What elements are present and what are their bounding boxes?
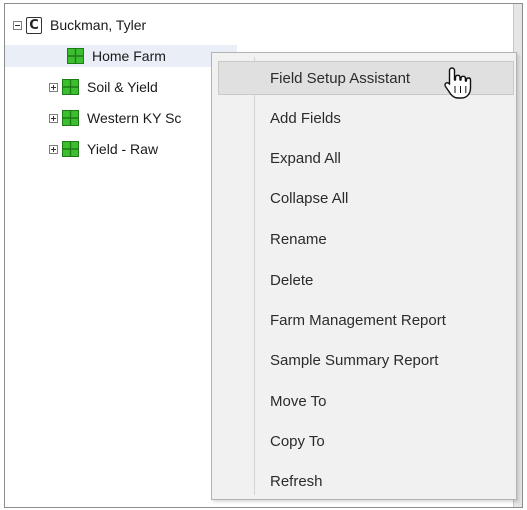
collapse-toggle-icon[interactable]: [13, 20, 22, 30]
menu-item-rename[interactable]: Rename: [218, 222, 514, 256]
farm-icon: [62, 79, 79, 95]
tree-node-client[interactable]: C Buckman, Tyler: [13, 15, 149, 35]
expand-toggle-icon[interactable]: [49, 144, 58, 154]
farm-icon: [62, 141, 79, 157]
menu-item-move-to[interactable]: Move To: [218, 384, 514, 418]
menu-item-sample-summary-report[interactable]: Sample Summary Report: [218, 343, 514, 377]
tree-node-farm[interactable]: Western KY Sc: [49, 108, 184, 128]
menu-item-expand-all[interactable]: Expand All: [218, 141, 514, 175]
farm-label: Western KY Sc: [87, 110, 182, 126]
farm-label: Yield - Raw: [87, 141, 159, 157]
menu-item-delete[interactable]: Delete: [218, 263, 514, 297]
hand-pointer-icon: [444, 67, 472, 99]
expand-toggle-icon[interactable]: [49, 113, 58, 123]
tree-node-farm[interactable]: Home Farm: [67, 46, 169, 66]
farm-label: Home Farm: [92, 48, 166, 64]
tree-node-farm[interactable]: Soil & Yield: [49, 77, 161, 97]
menu-item-farm-management-report[interactable]: Farm Management Report: [218, 303, 514, 337]
farm-icon: [62, 110, 79, 126]
farm-icon: [67, 48, 84, 64]
client-icon: C: [26, 16, 42, 34]
menu-item-collapse-all[interactable]: Collapse All: [218, 181, 514, 215]
menu-item-refresh[interactable]: Refresh: [218, 464, 514, 498]
client-name: Buckman, Tyler: [50, 17, 147, 33]
farm-label: Soil & Yield: [87, 79, 158, 95]
context-menu: Field Setup Assistant Add Fields Expand …: [211, 52, 517, 500]
menu-item-add-fields[interactable]: Add Fields: [218, 101, 514, 135]
expand-toggle-icon[interactable]: [49, 82, 58, 92]
menu-item-copy-to[interactable]: Copy To: [218, 424, 514, 458]
tree-node-farm[interactable]: Yield - Raw: [49, 139, 161, 159]
